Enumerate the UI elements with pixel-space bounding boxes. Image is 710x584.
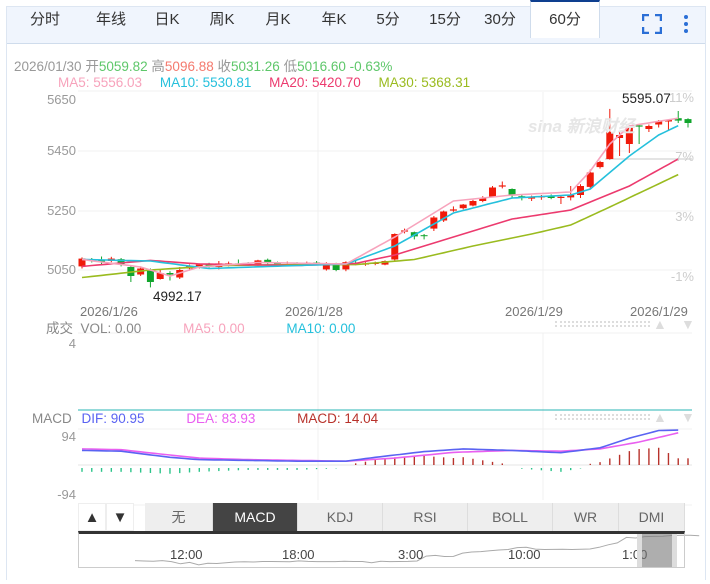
indicator-button-macd[interactable]: MACD: [213, 503, 298, 531]
candle-body: [498, 185, 506, 187]
min-price-label: 4992.17: [153, 289, 202, 304]
candle-body: [420, 235, 428, 237]
pct-tick-label: -1%: [670, 269, 694, 284]
panel-resize-handle[interactable]: [555, 414, 650, 420]
scroll-up-button[interactable]: ▲: [78, 503, 106, 531]
panel-up-icon[interactable]: ▲: [653, 409, 667, 425]
panel-down-icon[interactable]: ▼: [681, 409, 695, 425]
panel-resize-handle[interactable]: [555, 321, 650, 327]
indicator-button-wr[interactable]: WR: [553, 503, 619, 531]
indicator-button-dmi[interactable]: DMI: [619, 503, 685, 531]
candle-body: [166, 273, 174, 275]
macd-y-min: -94: [57, 487, 76, 502]
volume-y-max: 4: [68, 336, 76, 351]
indicator-button-boll[interactable]: BOLL: [468, 503, 553, 531]
date-label: 2026/1/29: [505, 304, 563, 319]
y-tick-label: 5650: [47, 92, 76, 107]
candle-body: [459, 204, 467, 209]
macd-y-max: 94: [61, 429, 76, 444]
y-tick-label: 5250: [47, 203, 76, 218]
indicator-button-rsi[interactable]: RSI: [383, 503, 468, 531]
candle-body: [645, 126, 653, 129]
candle-body: [146, 270, 154, 282]
scroll-down-button[interactable]: ▼: [106, 503, 134, 531]
y-tick-label: 5050: [47, 262, 76, 277]
dif-line: [81, 429, 679, 462]
pct-tick-label: 3%: [675, 209, 694, 224]
macd-header: MACD DIF: 90.95 DEA: 83.93 MACD: 14.04: [32, 411, 379, 426]
panel-down-icon[interactable]: ▼: [681, 316, 695, 332]
sina-watermark-logo: sina 新浪财经: [528, 117, 635, 136]
candle-body: [449, 209, 457, 211]
candle-body: [489, 187, 497, 197]
pct-tick-label: 7%: [675, 149, 694, 164]
ma5-line: [81, 117, 679, 277]
indicator-button-无[interactable]: 无: [145, 503, 213, 531]
ma10-line: [81, 124, 679, 270]
candlestick-chart[interactable]: [0, 0, 710, 584]
candle-body: [684, 119, 692, 123]
indicator-button-kdj[interactable]: KDJ: [298, 503, 383, 531]
candle-body: [469, 201, 477, 206]
navigator-selection[interactable]: [637, 534, 677, 567]
candle-body: [596, 162, 604, 168]
max-price-label: 5595.07: [622, 91, 671, 106]
overview-navigator[interactable]: [78, 531, 685, 568]
panel-up-icon[interactable]: ▲: [653, 316, 667, 332]
candle-body: [557, 196, 565, 198]
y-tick-label: 5450: [47, 143, 76, 158]
volume-header: 成交 VOL: 0.00 MA5: 0.00 MA10: 0.00: [46, 321, 356, 336]
